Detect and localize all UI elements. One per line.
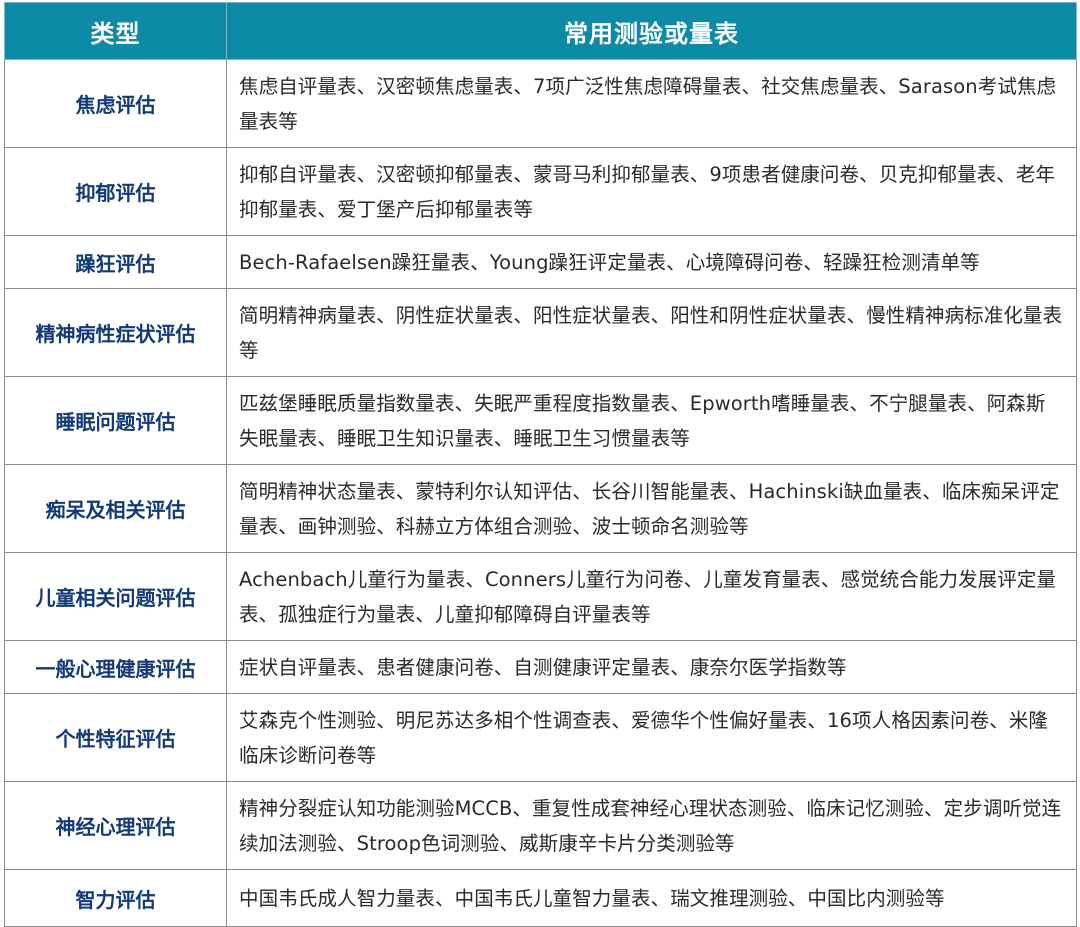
row-type: 智力评估 xyxy=(4,869,227,927)
row-tests: Achenbach儿童行为量表、Conners儿童行为问卷、儿童发育量表、感觉统… xyxy=(226,552,1077,641)
row-type: 神经心理评估 xyxy=(4,781,227,870)
table-header-row: 类型 常用测验或量表 xyxy=(4,2,1077,60)
row-type: 焦虑评估 xyxy=(4,59,227,148)
row-type: 个性特征评估 xyxy=(4,693,227,782)
table-row: 躁狂评估 Bech-Rafaelsen躁狂量表、Young躁狂评定量表、心境障碍… xyxy=(4,235,1077,289)
table-row: 个性特征评估 艾森克个性测验、明尼苏达多相个性调查表、爱德华个性偏好量表、16项… xyxy=(4,693,1077,782)
row-type: 睡眠问题评估 xyxy=(4,376,227,465)
row-tests: 简明精神状态量表、蒙特利尔认知评估、长谷川智能量表、Hachinski缺血量表、… xyxy=(226,464,1077,553)
table-row: 精神病性症状评估 简明精神病量表、阴性症状量表、阳性症状量表、阳性和阴性症状量表… xyxy=(4,288,1077,377)
row-tests: 匹兹堡睡眠质量指数量表、失眠严重程度指数量表、Epworth嗜睡量表、不宁腿量表… xyxy=(226,376,1077,465)
row-type: 精神病性症状评估 xyxy=(4,288,227,377)
assessment-table-container: 类型 常用测验或量表 焦虑评估 焦虑自评量表、汉密顿焦虑量表、7项广泛性焦虑障碍… xyxy=(4,2,1077,927)
table-row: 神经心理评估 精神分裂症认知功能测验MCCB、重复性成套神经心理状态测验、临床记… xyxy=(4,781,1077,870)
row-type: 躁狂评估 xyxy=(4,235,227,289)
table-row: 焦虑评估 焦虑自评量表、汉密顿焦虑量表、7项广泛性焦虑障碍量表、社交焦虑量表、S… xyxy=(4,59,1077,148)
row-tests: 简明精神病量表、阴性症状量表、阳性症状量表、阳性和阴性症状量表、慢性精神病标准化… xyxy=(226,288,1077,377)
row-tests: 艾森克个性测验、明尼苏达多相个性调查表、爱德华个性偏好量表、16项人格因素问卷、… xyxy=(226,693,1077,782)
assessment-table: 类型 常用测验或量表 焦虑评估 焦虑自评量表、汉密顿焦虑量表、7项广泛性焦虑障碍… xyxy=(4,2,1077,927)
table-row: 痴呆及相关评估 简明精神状态量表、蒙特利尔认知评估、长谷川智能量表、Hachin… xyxy=(4,464,1077,553)
row-tests: 抑郁自评量表、汉密顿抑郁量表、蒙哥马利抑郁量表、9项患者健康问卷、贝克抑郁量表、… xyxy=(226,147,1077,236)
table-row: 一般心理健康评估 症状自评量表、患者健康问卷、自测健康评定量表、康奈尔医学指数等 xyxy=(4,640,1077,694)
table-row: 智力评估 中国韦氏成人智力量表、中国韦氏儿童智力量表、瑞文推理测验、中国比内测验… xyxy=(4,869,1077,927)
header-type: 类型 xyxy=(4,2,227,60)
row-tests: 焦虑自评量表、汉密顿焦虑量表、7项广泛性焦虑障碍量表、社交焦虑量表、Saraso… xyxy=(226,59,1077,148)
table-row: 抑郁评估 抑郁自评量表、汉密顿抑郁量表、蒙哥马利抑郁量表、9项患者健康问卷、贝克… xyxy=(4,147,1077,236)
header-tests: 常用测验或量表 xyxy=(226,2,1077,60)
row-type: 痴呆及相关评估 xyxy=(4,464,227,553)
table-row: 睡眠问题评估 匹兹堡睡眠质量指数量表、失眠严重程度指数量表、Epworth嗜睡量… xyxy=(4,376,1077,465)
row-type: 儿童相关问题评估 xyxy=(4,552,227,641)
row-type: 抑郁评估 xyxy=(4,147,227,236)
row-tests: Bech-Rafaelsen躁狂量表、Young躁狂评定量表、心境障碍问卷、轻躁… xyxy=(226,235,1077,289)
row-tests: 精神分裂症认知功能测验MCCB、重复性成套神经心理状态测验、临床记忆测验、定步调… xyxy=(226,781,1077,870)
row-type: 一般心理健康评估 xyxy=(4,640,227,694)
row-tests: 症状自评量表、患者健康问卷、自测健康评定量表、康奈尔医学指数等 xyxy=(226,640,1077,694)
table-row: 儿童相关问题评估 Achenbach儿童行为量表、Conners儿童行为问卷、儿… xyxy=(4,552,1077,641)
row-tests: 中国韦氏成人智力量表、中国韦氏儿童智力量表、瑞文推理测验、中国比内测验等 xyxy=(226,869,1077,927)
